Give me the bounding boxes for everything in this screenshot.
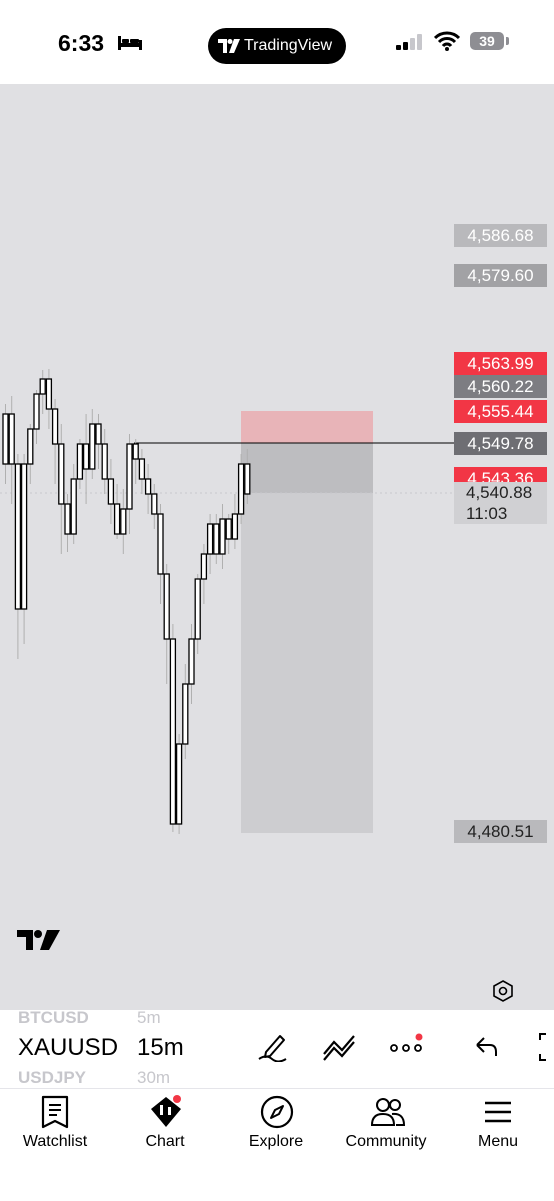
candle-body [107, 478, 115, 505]
candle-body [20, 463, 28, 610]
trend-lines-icon[interactable] [322, 1032, 356, 1062]
candle-body [64, 503, 71, 535]
chart-toolbar: BTCUSD XAUUSD USDJPY 5m 15m 30m [0, 1008, 554, 1088]
watchlist-icon [41, 1095, 69, 1129]
candle-body [151, 493, 158, 515]
nav-label: Chart [145, 1133, 185, 1150]
candle-body [126, 443, 133, 510]
price-tag: 4,563.99 [454, 352, 547, 375]
bottom-nav: Watchlist Chart Explore Community Menu [0, 1088, 554, 1201]
battery-tip [506, 37, 509, 45]
candle-body [33, 393, 40, 430]
entry-shade [241, 443, 373, 493]
candle-body [113, 503, 121, 535]
current-price-value: 4,540.88 [466, 483, 533, 502]
hamburger-menu-icon [485, 1101, 511, 1123]
nav-label: Explore [248, 1133, 304, 1150]
candle-body [175, 743, 183, 825]
candle-body [138, 458, 146, 480]
candle-body [51, 408, 59, 445]
candle-body [70, 478, 77, 535]
candle-body [14, 463, 22, 610]
compass-icon [260, 1095, 294, 1129]
nav-label: Community [345, 1133, 427, 1150]
candle-body [89, 423, 96, 470]
pen-draw-icon[interactable] [256, 1032, 290, 1062]
candle-body [8, 413, 15, 465]
candle-body [219, 518, 226, 555]
stop-loss-zone[interactable] [241, 411, 373, 443]
status-bar: 6:33 TradingView 39 [0, 0, 554, 84]
candle-body [157, 513, 164, 575]
candle-body [39, 378, 46, 395]
candle-body [194, 578, 201, 640]
candle-body [27, 428, 34, 465]
price-tag: 4,579.60 [454, 264, 547, 287]
fullscreen-icon[interactable] [536, 1032, 554, 1062]
candle-body [132, 443, 139, 460]
battery-icon: 39 [470, 32, 504, 50]
more-dots-icon[interactable] [390, 1032, 424, 1062]
candle-body [169, 638, 177, 825]
app-pill-label: TradingView [244, 37, 333, 54]
candle-body [206, 523, 214, 555]
candle-body [120, 508, 127, 535]
chart-canvas[interactable] [0, 84, 554, 1010]
nav-label: Watchlist [22, 1133, 88, 1150]
symbol-next[interactable]: USDJPY [18, 1068, 86, 1088]
price-tag: 4,549.78 [454, 432, 547, 455]
chart-area[interactable]: 4,586.68 4,579.60 4,563.99 4,560.22 4,55… [0, 84, 554, 1010]
candle-body [200, 553, 208, 580]
candles-group[interactable] [2, 369, 251, 834]
candle-body [231, 513, 239, 540]
price-tag: 4,586.68 [454, 224, 547, 247]
candle-body [163, 573, 170, 640]
price-tag: 4,555.44 [454, 400, 547, 423]
candle-body [213, 523, 220, 555]
status-time: 6:33 [58, 30, 105, 56]
tradingview-logo [17, 930, 60, 950]
hexagon-settings-icon[interactable] [493, 980, 513, 1002]
candle-body [188, 638, 195, 685]
candle-body [144, 478, 152, 495]
interval-prev[interactable]: 5m [137, 1008, 161, 1028]
candle-body [244, 463, 251, 495]
candle-body [95, 423, 102, 445]
undo-icon[interactable] [474, 1032, 500, 1062]
community-icon [370, 1098, 406, 1126]
symbol-selector[interactable]: XAUUSD [18, 1034, 118, 1062]
nav-label: Menu [477, 1133, 519, 1150]
chart-icon [151, 1095, 181, 1127]
tradingview-logo-icon [218, 39, 240, 53]
battery-level: 39 [479, 33, 495, 49]
candle-body [45, 378, 53, 410]
candle-body [101, 443, 108, 480]
candle-body [182, 683, 189, 745]
interval-next[interactable]: 30m [137, 1068, 170, 1088]
current-price-tag: 4,540.88 11:03 [454, 482, 547, 524]
app-pill[interactable]: TradingView [208, 28, 346, 64]
signal-icon [396, 34, 422, 50]
candle-body [237, 463, 245, 515]
candle-body [225, 518, 232, 540]
bed-icon [118, 36, 142, 50]
wifi-icon [434, 31, 460, 51]
candle-countdown: 11:03 [466, 504, 508, 523]
candle-body [2, 413, 9, 465]
price-tag: 4,480.51 [454, 820, 547, 843]
target-zone[interactable] [241, 443, 373, 833]
price-tag: 4,560.22 [454, 375, 547, 398]
symbol-prev[interactable]: BTCUSD [18, 1008, 89, 1028]
interval-selector[interactable]: 15m [137, 1034, 184, 1062]
candle-body [82, 443, 90, 470]
candle-body [58, 443, 65, 505]
candle-body [76, 443, 84, 480]
